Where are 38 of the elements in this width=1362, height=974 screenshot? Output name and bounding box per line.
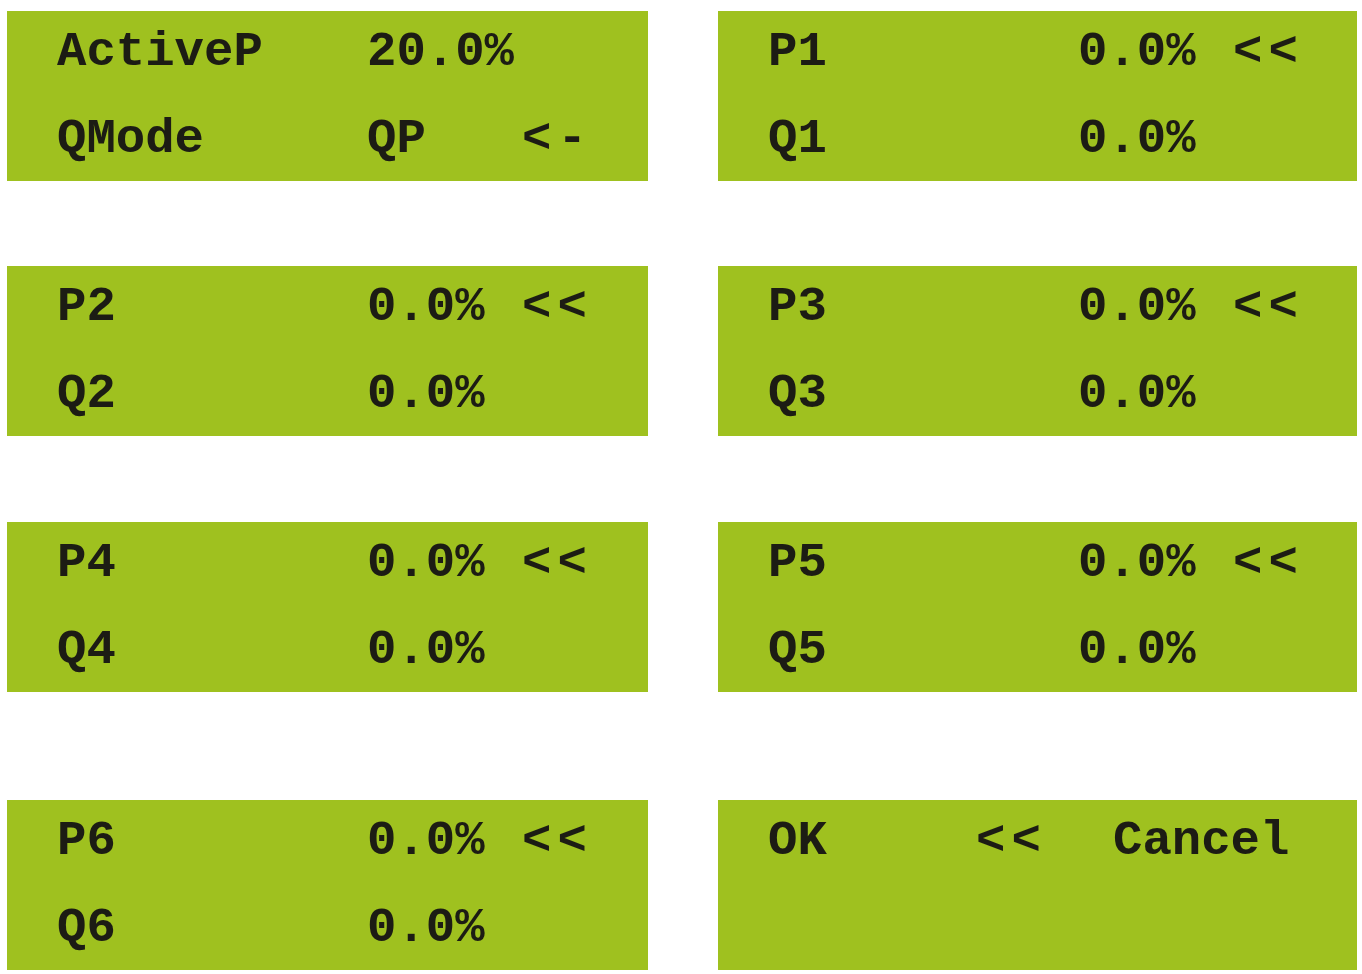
parameter-value: 0.0% xyxy=(1078,621,1196,678)
parameter-label: QMode xyxy=(57,110,205,167)
parameter-value: 0.0% xyxy=(367,621,485,678)
parameter-label: Q1 xyxy=(768,110,827,167)
parameter-label: P5 xyxy=(768,534,827,591)
cursor-marker: << xyxy=(1233,534,1304,591)
ok-option[interactable]: OK xyxy=(768,812,827,869)
parameter-value: 0.0% xyxy=(367,899,485,956)
cursor-marker: << xyxy=(976,812,1047,869)
parameter-label: ActiveP xyxy=(57,23,263,80)
parameter-value: 0.0% xyxy=(1078,278,1196,335)
parameter-label: Q5 xyxy=(768,621,827,678)
parameter-label: Q3 xyxy=(768,365,827,422)
parameter-value: 0.0% xyxy=(1078,110,1196,167)
parameter-label: P3 xyxy=(768,278,827,335)
parameter-label: P1 xyxy=(768,23,827,80)
cursor-marker: << xyxy=(522,812,593,869)
parameter-label: P6 xyxy=(57,812,116,869)
parameter-label: Q4 xyxy=(57,621,116,678)
parameter-label: P2 xyxy=(57,278,116,335)
parameter-value: 0.0% xyxy=(1078,534,1196,591)
cursor-marker: << xyxy=(522,534,593,591)
parameter-value: 0.0% xyxy=(367,365,485,422)
parameter-value: 0.0% xyxy=(1078,23,1196,80)
parameter-label: Q6 xyxy=(57,899,116,956)
parameter-label: P4 xyxy=(57,534,116,591)
parameter-value: QP xyxy=(367,110,426,167)
parameter-value: 20.0% xyxy=(367,23,515,80)
parameter-label: Q2 xyxy=(57,365,116,422)
cursor-marker: <- xyxy=(522,110,593,167)
parameter-value: 0.0% xyxy=(367,534,485,591)
parameter-value: 0.0% xyxy=(367,278,485,335)
cursor-marker: << xyxy=(1233,278,1304,335)
cursor-marker: << xyxy=(522,278,593,335)
parameter-value: 0.0% xyxy=(367,812,485,869)
cursor-marker: << xyxy=(1233,23,1304,80)
parameter-value: 0.0% xyxy=(1078,365,1196,422)
cancel-option[interactable]: Cancel xyxy=(1113,812,1290,869)
